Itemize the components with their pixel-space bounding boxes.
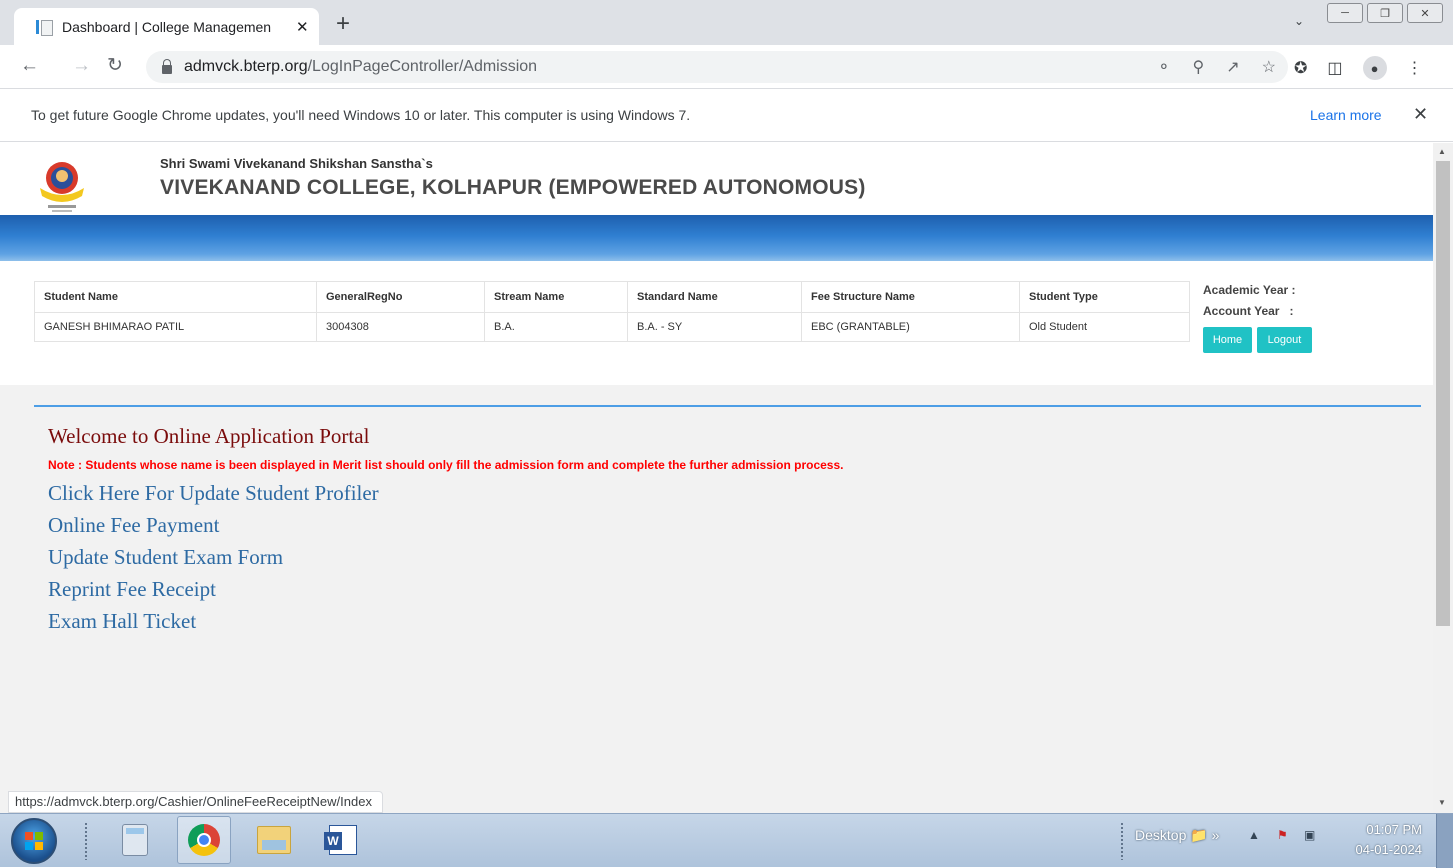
explorer-taskbar-button[interactable] [247, 816, 301, 864]
toolbar-right-actions: ✪ ◫ ● ⋮ [1294, 56, 1423, 80]
home-button[interactable]: Home [1203, 327, 1252, 353]
student-info-section: Student Name GeneralRegNo Stream Name St… [0, 267, 1433, 385]
password-key-icon[interactable]: ⚬ [1157, 57, 1170, 77]
scroll-up-icon[interactable]: ▲ [1438, 147, 1446, 156]
col-fee-structure-name: Fee Structure Name [801, 281, 1020, 313]
desktop-toolbar[interactable]: Desktop 📁 » [1135, 827, 1219, 844]
address-bar[interactable]: admvck.bterp.org/LogInPageController/Adm… [146, 51, 1288, 83]
info-message: To get future Google Chrome updates, you… [31, 107, 691, 123]
reprint-fee-receipt-link[interactable]: Reprint Fee Receipt [48, 577, 216, 602]
browser-toolbar: ← → ↻ admvck.bterp.org/LogInPageControll… [0, 45, 1453, 89]
menu-kebab-icon[interactable]: ⋮ [1407, 58, 1423, 78]
show-hidden-icons-icon[interactable]: ▲ [1248, 828, 1260, 842]
tab-strip: Dashboard | College Managemen ✕ + ⌄ ─ ❐ … [0, 0, 1453, 45]
year-info: Academic Year : Account Year : [1203, 280, 1296, 322]
folder-icon [257, 826, 291, 854]
forward-arrow-icon[interactable]: → [72, 55, 91, 77]
desktop-folder-icon: 📁 [1190, 827, 1208, 843]
table-header-row: Student Name GeneralRegNo Stream Name St… [34, 281, 1190, 313]
profile-avatar-icon[interactable]: ● [1362, 56, 1387, 80]
logout-button[interactable]: Logout [1257, 327, 1312, 353]
col-student-type: Student Type [1019, 281, 1190, 313]
close-window-icon[interactable]: ✕ [1407, 3, 1443, 23]
taskbar-grip[interactable] [84, 822, 88, 860]
exam-hall-ticket-link[interactable]: Exam Hall Ticket [48, 609, 196, 634]
calculator-taskbar-button[interactable] [108, 816, 162, 864]
bookmark-star-icon[interactable]: ☆ [1262, 57, 1276, 77]
tab-title: Dashboard | College Managemen [62, 18, 272, 35]
link-status-bar: https://admvck.bterp.org/Cashier/OnlineF… [8, 791, 383, 813]
update-info-bar: To get future Google Chrome updates, you… [0, 90, 1453, 142]
table-row: GANESH BHIMARAO PATIL 3004308 B.A. B.A. … [34, 312, 1190, 342]
update-exam-form-link[interactable]: Update Student Exam Form [48, 545, 283, 570]
clock-time: 01:07 PM [1366, 822, 1422, 837]
col-general-reg-no: GeneralRegNo [316, 281, 485, 313]
chrome-taskbar-button[interactable] [177, 816, 231, 864]
lock-icon[interactable] [162, 58, 172, 74]
college-name: VIVEKANAND COLLEGE, KOLHAPUR (EMPOWERED … [160, 176, 866, 199]
window-controls: ─ ❐ ✕ [1327, 3, 1443, 23]
stream-name-cell: B.A. [484, 312, 628, 342]
url-path: /LogInPageController/Admission [307, 58, 538, 75]
welcome-heading: Welcome to Online Application Portal [48, 424, 370, 448]
fee-structure-cell: EBC (GRANTABLE) [801, 312, 1020, 342]
college-logo-icon [40, 162, 84, 212]
restore-window-icon[interactable]: ❐ [1367, 3, 1403, 23]
student-type-cell: Old Student [1019, 312, 1190, 342]
scroll-down-icon[interactable]: ▼ [1438, 798, 1446, 807]
calculator-icon [122, 824, 148, 856]
general-reg-no-cell: 3004308 [316, 312, 485, 342]
new-tab-button[interactable]: + [336, 12, 350, 36]
student-info-table: Student Name GeneralRegNo Stream Name St… [34, 281, 1190, 342]
zoom-icon[interactable]: ⚲ [1193, 57, 1205, 77]
page-favicon-icon [36, 19, 53, 36]
windows-taskbar: Desktop 📁 » ▲ ⚑ ▣ 01:07 PM 04-01-2024 [0, 813, 1453, 868]
society-name: Shri Swami Vivekanand Shikshan Sanstha`s [160, 156, 433, 171]
chrome-icon [188, 824, 220, 856]
header-banner [0, 215, 1433, 261]
browser-tab[interactable]: Dashboard | College Managemen ✕ [14, 8, 319, 45]
extensions-puzzle-icon[interactable]: ✪ [1294, 58, 1307, 78]
desktop-toolbar-grip[interactable] [1120, 822, 1124, 860]
show-desktop-button[interactable] [1436, 814, 1453, 868]
learn-more-link[interactable]: Learn more [1310, 107, 1382, 123]
page-scrollbar[interactable]: ▲ ▼ [1433, 143, 1453, 813]
side-panel-icon[interactable]: ◫ [1327, 58, 1342, 78]
standard-name-cell: B.A. - SY [627, 312, 802, 342]
scrollbar-thumb[interactable] [1436, 161, 1450, 626]
word-icon [324, 825, 357, 855]
url-text: admvck.bterp.org/LogInPageController/Adm… [184, 58, 537, 76]
action-center-flag-icon[interactable]: ⚑ [1277, 828, 1288, 842]
windows-flag-icon [25, 832, 43, 850]
merit-note: Note : Students whose name is been displ… [48, 458, 844, 472]
portal-content: Welcome to Online Application Portal Not… [0, 385, 1433, 813]
page-viewport: Shri Swami Vivekanand Shikshan Sanstha`s… [0, 143, 1433, 813]
word-taskbar-button[interactable] [316, 816, 370, 864]
omnibox-actions: ⚬ ⚲ ↗ ☆ [1157, 57, 1276, 77]
account-year-label: Account Year : [1203, 304, 1294, 318]
online-fee-payment-link[interactable]: Online Fee Payment [48, 513, 219, 538]
back-arrow-icon[interactable]: ← [20, 55, 39, 77]
minimize-window-icon[interactable]: ─ [1327, 3, 1363, 23]
content-divider [34, 405, 1421, 407]
start-button[interactable] [11, 818, 57, 864]
academic-year-label: Academic Year : [1203, 283, 1296, 297]
col-stream-name: Stream Name [484, 281, 628, 313]
clock-date: 04-01-2024 [1355, 842, 1423, 857]
close-tab-icon[interactable]: ✕ [296, 18, 309, 36]
network-icon[interactable]: ▣ [1304, 828, 1315, 842]
college-header: Shri Swami Vivekanand Shikshan Sanstha`s… [0, 143, 1433, 215]
close-info-bar-icon[interactable]: ✕ [1413, 104, 1428, 125]
share-icon[interactable]: ↗ [1226, 57, 1239, 77]
system-clock[interactable]: 01:07 PM 04-01-2024 [1340, 820, 1423, 860]
url-domain: admvck.bterp.org [184, 58, 308, 75]
reload-icon[interactable]: ↻ [107, 55, 123, 77]
desktop-label: Desktop [1135, 827, 1187, 843]
col-standard-name: Standard Name [627, 281, 802, 313]
update-student-profiler-link[interactable]: Click Here For Update Student Profiler [48, 481, 379, 506]
col-student-name: Student Name [34, 281, 317, 313]
tab-search-chevron-icon[interactable]: ⌄ [1294, 14, 1304, 28]
student-name-cell: GANESH BHIMARAO PATIL [34, 312, 317, 342]
